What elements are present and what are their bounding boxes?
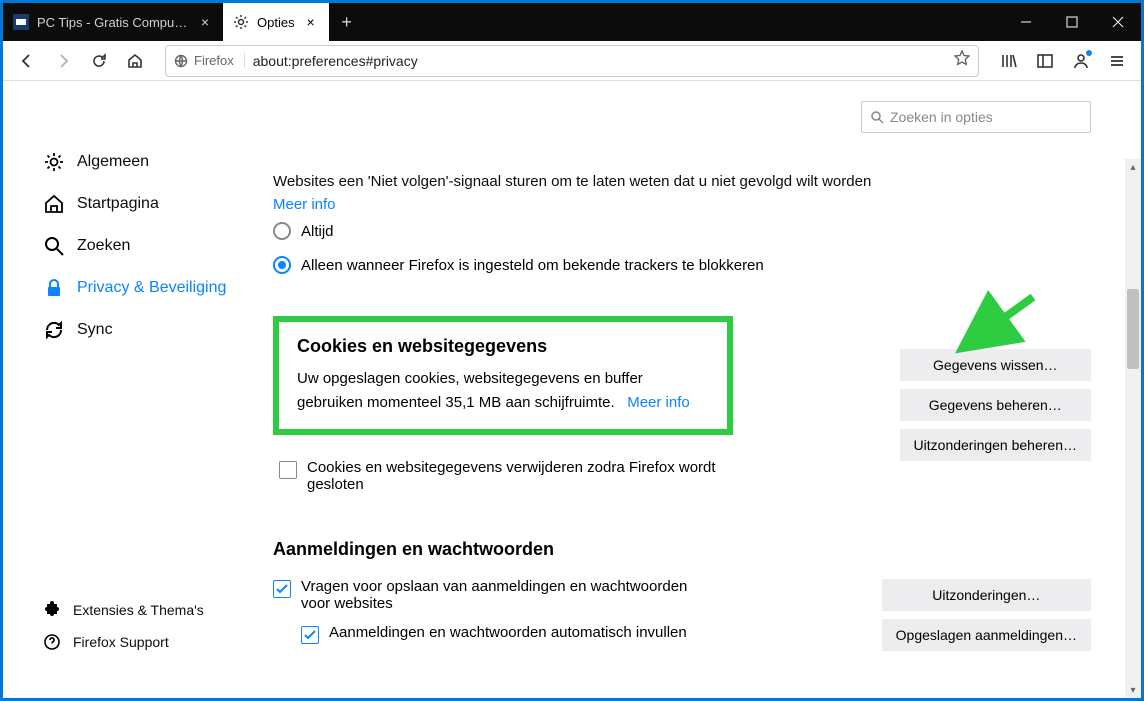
- dnt-option-blockers[interactable]: Alleen wanneer Firefox is ingesteld om b…: [273, 248, 1091, 282]
- sidebar-item-home[interactable]: Startpagina: [43, 183, 243, 225]
- forward-button[interactable]: [47, 45, 79, 77]
- cookies-size: 35,1 MB: [445, 394, 501, 411]
- scroll-up-icon[interactable]: ▴: [1125, 159, 1141, 175]
- autofill-logins-checkbox[interactable]: Aanmeldingen en wachtwoorden automatisch…: [301, 618, 741, 650]
- browser-window: PC Tips - Gratis Computer tips × Opties …: [3, 3, 1141, 698]
- tab-options[interactable]: Opties ×: [223, 3, 329, 41]
- sidebar-item-extensions[interactable]: Extensies & Thema's: [43, 594, 243, 626]
- scrollbar[interactable]: ▴ ▾: [1125, 159, 1141, 698]
- highlight-box: Cookies en websitegegevens Uw opgeslagen…: [273, 316, 733, 435]
- clear-on-close-checkbox[interactable]: Cookies en websitegegevens verwijderen z…: [279, 453, 719, 499]
- search-icon: [870, 110, 884, 124]
- preferences-main: Zoeken in opties Websites een 'Niet volg…: [243, 81, 1141, 698]
- site-identity[interactable]: Firefox: [174, 53, 245, 68]
- titlebar: PC Tips - Gratis Computer tips × Opties …: [3, 3, 1141, 41]
- account-icon[interactable]: [1065, 45, 1097, 77]
- sidebar-toggle-icon[interactable]: [1029, 45, 1061, 77]
- home-icon: [43, 193, 65, 215]
- sidebar-item-label: Sync: [77, 321, 113, 339]
- checkbox-icon: [301, 626, 319, 644]
- button-label: Gegevens wissen…: [933, 357, 1058, 373]
- logins-title: Aanmeldingen en wachtwoorden: [273, 539, 1091, 560]
- preferences-sidebar: Algemeen Startpagina Zoeken Privacy & Be…: [3, 81, 243, 698]
- pctips-favicon: [13, 14, 29, 30]
- checkbox-label: Vragen voor opslaan van aanmeldingen en …: [301, 578, 713, 612]
- lock-icon: [43, 277, 65, 299]
- cookies-more-link[interactable]: Meer info: [627, 394, 690, 411]
- identity-label: Firefox: [194, 53, 234, 68]
- sidebar-item-label: Extensies & Thema's: [73, 602, 204, 618]
- window-controls: [1003, 3, 1141, 41]
- saved-logins-button[interactable]: Opgeslagen aanmeldingen…: [882, 619, 1091, 651]
- logins-button-column: Uitzonderingen… Opgeslagen aanmeldingen…: [882, 579, 1091, 651]
- manage-exceptions-button[interactable]: Uitzonderingen beheren…: [900, 429, 1091, 461]
- tab-title: Opties: [257, 15, 295, 30]
- back-button[interactable]: [11, 45, 43, 77]
- logins-exceptions-button[interactable]: Uitzonderingen…: [882, 579, 1091, 611]
- puzzle-icon: [43, 601, 61, 619]
- sidebar-item-label: Privacy & Beveiliging: [77, 279, 226, 297]
- search-input[interactable]: Zoeken in opties: [861, 101, 1091, 133]
- sidebar-item-sync[interactable]: Sync: [43, 309, 243, 351]
- home-button[interactable]: [119, 45, 151, 77]
- reload-button[interactable]: [83, 45, 115, 77]
- tab-strip: PC Tips - Gratis Computer tips × Opties …: [3, 3, 1003, 41]
- menu-icon[interactable]: [1101, 45, 1133, 77]
- scroll-down-icon[interactable]: ▾: [1125, 682, 1141, 698]
- url-text: about:preferences#privacy: [253, 53, 946, 69]
- navbar: Firefox about:preferences#privacy: [3, 41, 1141, 81]
- checkbox-icon: [273, 580, 291, 598]
- gear-icon: [233, 14, 249, 30]
- scrollbar-thumb[interactable]: [1127, 289, 1139, 369]
- maximize-button[interactable]: [1049, 3, 1095, 41]
- sidebar-item-label: Zoeken: [77, 237, 130, 255]
- dnt-intro: Websites een 'Niet volgen'-signaal sture…: [273, 173, 1091, 190]
- sidebar-item-label: Firefox Support: [73, 634, 169, 650]
- address-bar[interactable]: Firefox about:preferences#privacy: [165, 45, 979, 77]
- clear-data-button[interactable]: Gegevens wissen…: [900, 349, 1091, 381]
- radio-icon: [273, 222, 291, 240]
- firefox-icon: [174, 54, 188, 68]
- manage-data-button[interactable]: Gegevens beheren…: [900, 389, 1091, 421]
- radio-icon: [273, 256, 291, 274]
- cookies-desc-post: aan schijfruimte.: [501, 394, 614, 411]
- checkbox-label: Cookies en websitegegevens verwijderen z…: [307, 459, 719, 493]
- new-tab-button[interactable]: +: [329, 3, 365, 41]
- sidebar-item-support[interactable]: Firefox Support: [43, 626, 243, 658]
- close-window-button[interactable]: [1095, 3, 1141, 41]
- radio-label: Altijd: [301, 223, 334, 240]
- sidebar-item-general[interactable]: Algemeen: [43, 141, 243, 183]
- dnt-option-always[interactable]: Altijd: [273, 214, 1091, 248]
- sync-icon: [43, 319, 65, 341]
- search-placeholder: Zoeken in opties: [890, 109, 993, 125]
- close-icon[interactable]: ×: [303, 14, 319, 30]
- tab-pctips[interactable]: PC Tips - Gratis Computer tips ×: [3, 3, 223, 41]
- help-icon: [43, 633, 61, 651]
- cookies-description: Uw opgeslagen cookies, websitegegevens e…: [297, 367, 709, 415]
- radio-label: Alleen wanneer Firefox is ingesteld om b…: [301, 257, 764, 274]
- content-area: Algemeen Startpagina Zoeken Privacy & Be…: [3, 81, 1141, 698]
- close-icon[interactable]: ×: [197, 14, 213, 30]
- cookies-title: Cookies en websitegegevens: [297, 336, 709, 357]
- sidebar-item-label: Algemeen: [77, 153, 149, 171]
- bookmark-star-icon[interactable]: [954, 50, 970, 71]
- sidebar-item-label: Startpagina: [77, 195, 159, 213]
- library-icon[interactable]: [993, 45, 1025, 77]
- checkbox-icon: [279, 461, 297, 479]
- dnt-more-link[interactable]: Meer info: [273, 196, 336, 213]
- ask-save-logins-checkbox[interactable]: Vragen voor opslaan van aanmeldingen en …: [273, 572, 713, 618]
- tab-title: PC Tips - Gratis Computer tips: [37, 15, 189, 30]
- minimize-button[interactable]: [1003, 3, 1049, 41]
- sidebar-item-search[interactable]: Zoeken: [43, 225, 243, 267]
- sidebar-item-privacy[interactable]: Privacy & Beveiliging: [43, 267, 243, 309]
- search-icon: [43, 235, 65, 257]
- cookies-button-column: Gegevens wissen… Gegevens beheren… Uitzo…: [900, 349, 1091, 461]
- gear-icon: [43, 151, 65, 173]
- checkbox-label: Aanmeldingen en wachtwoorden automatisch…: [329, 624, 687, 641]
- notification-dot-icon: [1085, 49, 1093, 57]
- button-label: Gegevens beheren…: [929, 397, 1062, 413]
